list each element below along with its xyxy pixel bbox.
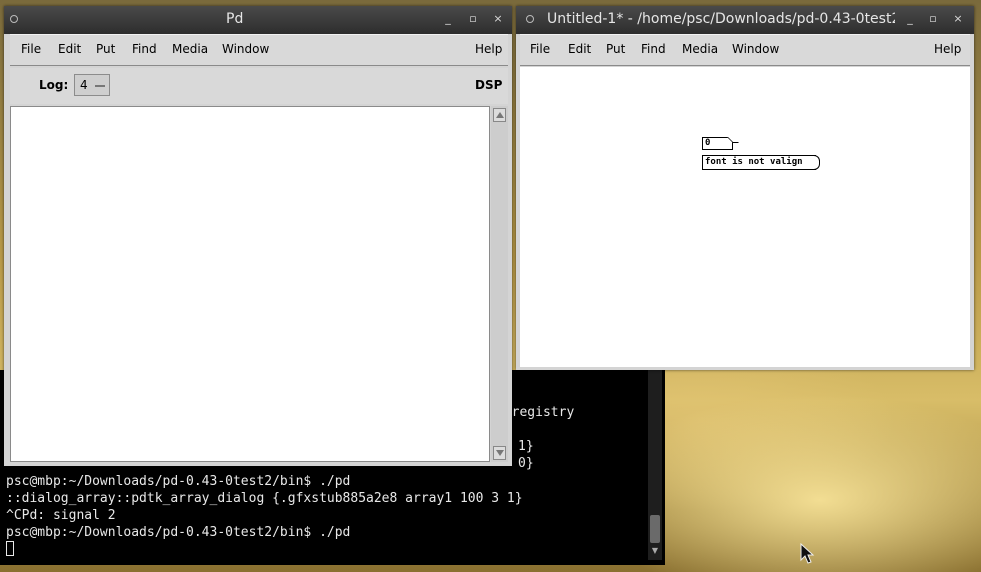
option-menu-indicator-icon <box>95 85 105 87</box>
window-title: Pd <box>226 11 244 27</box>
number-box[interactable]: 0 <box>702 137 733 150</box>
terminal-line: 1} <box>518 439 534 454</box>
window-menu-icon[interactable] <box>526 15 534 23</box>
scroll-up-arrow-icon[interactable] <box>493 108 506 122</box>
pd-main-window: Pd _ ▫ × File Edit Put Find Media Window… <box>4 6 512 466</box>
terminal-scrollbar[interactable]: ▼ <box>648 370 662 560</box>
pd-menubar: File Edit Put Find Media Window Help <box>10 34 508 66</box>
menu-help[interactable]: Help <box>934 42 961 56</box>
menu-media[interactable]: Media <box>172 42 208 56</box>
terminal-line: ^CPd: signal 2 <box>6 508 116 523</box>
scroll-down-arrow-icon[interactable] <box>493 446 506 460</box>
maximize-icon[interactable]: ▫ <box>926 12 940 26</box>
menu-help[interactable]: Help <box>475 42 502 56</box>
window-menu-icon[interactable] <box>10 15 18 23</box>
minimize-icon[interactable]: _ <box>441 12 455 26</box>
menu-put[interactable]: Put <box>96 42 115 56</box>
window-title: Untitled-1* - /home/psc/Downloads/pd-0.4… <box>547 11 895 27</box>
close-icon[interactable]: × <box>491 12 505 26</box>
maximize-icon[interactable]: ▫ <box>466 12 480 26</box>
patch-window: Untitled-1* - /home/psc/Downloads/pd-0.4… <box>516 6 974 370</box>
terminal-line: psc@mbp:~/Downloads/pd-0.43-0test2/bin$ … <box>6 474 351 489</box>
close-icon[interactable]: × <box>951 12 965 26</box>
log-toolbar: Log: 4 DSP <box>10 68 508 104</box>
menu-media[interactable]: Media <box>682 42 718 56</box>
menu-file[interactable]: File <box>530 42 550 56</box>
menu-edit[interactable]: Edit <box>58 42 81 56</box>
log-label: Log: <box>39 78 69 92</box>
minimize-icon[interactable]: _ <box>903 12 917 26</box>
terminal-line: 0} <box>518 456 534 471</box>
menu-put[interactable]: Put <box>606 42 625 56</box>
pd-titlebar[interactable]: Pd _ ▫ × <box>4 6 512 34</box>
mouse-pointer-icon <box>800 543 815 564</box>
patch-canvas[interactable]: 0 font is not valign <box>520 67 970 367</box>
menu-window[interactable]: Window <box>222 42 269 56</box>
scroll-down-arrow-icon[interactable]: ▼ <box>648 546 662 558</box>
patch-menubar: File Edit Put Find Media Window Help <box>520 34 970 66</box>
menu-file[interactable]: File <box>21 42 41 56</box>
log-level-select[interactable]: 4 <box>74 74 110 96</box>
console-output[interactable] <box>10 106 490 462</box>
terminal-line: ::dialog_array::pdtk_array_dialog {.gfxs… <box>6 491 523 506</box>
dsp-toggle[interactable]: DSP <box>475 78 502 92</box>
menu-edit[interactable]: Edit <box>568 42 591 56</box>
menu-window[interactable]: Window <box>732 42 779 56</box>
menu-find[interactable]: Find <box>132 42 157 56</box>
terminal-scroll-thumb[interactable] <box>650 515 660 543</box>
message-box[interactable]: font is not valign <box>702 155 820 170</box>
menu-find[interactable]: Find <box>641 42 666 56</box>
log-level-value: 4 <box>80 78 88 92</box>
terminal-line: psc@mbp:~/Downloads/pd-0.43-0test2/bin$ … <box>6 525 351 540</box>
console-scrollbar[interactable] <box>491 106 508 462</box>
patch-titlebar[interactable]: Untitled-1* - /home/psc/Downloads/pd-0.4… <box>516 6 974 34</box>
terminal-cursor <box>6 541 14 556</box>
